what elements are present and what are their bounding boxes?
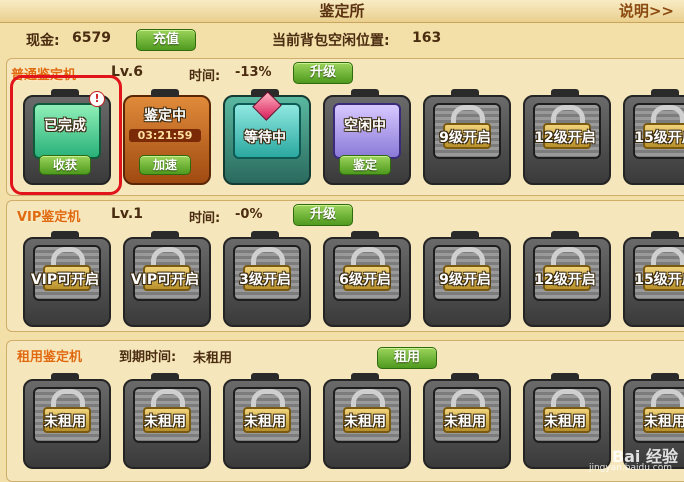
highlight-annotation (10, 75, 122, 195)
upgrade-button[interactable]: 升级 (293, 204, 353, 226)
section-level: Lv.1 (111, 206, 143, 222)
slot-locked: 15级开启 (619, 89, 684, 185)
time-label: 时间: (189, 69, 221, 84)
slot-unrented: 未租用 (19, 373, 111, 469)
slot-vip-locked: 6级开启 (319, 231, 411, 327)
slot-vip-locked: 9级开启 (419, 231, 511, 327)
slot-unrented: 未租用 (219, 373, 311, 469)
slot-state: 12级开启 (534, 272, 596, 288)
slot-vip-locked: 15级开启 (619, 231, 684, 327)
countdown-timer: 03:21:59 (129, 129, 201, 142)
slot-vip-locked: VIP可开启 (19, 231, 111, 327)
rent-button[interactable]: 租用 (377, 347, 437, 369)
slot-vip-locked: 3级开启 (219, 231, 311, 327)
watermark-url: jingyan.baidu.com (588, 463, 672, 473)
slot-unrented: 未租用 (519, 373, 611, 469)
title-bar: 鉴定所 说明>> (0, 0, 684, 23)
expire-label: 到期时间: (119, 350, 177, 365)
slot-state: 空闲中 (344, 118, 386, 134)
time-value: -0% (235, 207, 263, 222)
section-name: 租用鉴定机 (17, 350, 83, 365)
slot-state: VIP可开启 (30, 272, 100, 288)
slot-state: 15级开启 (634, 130, 684, 146)
time-label: 时间: (189, 211, 221, 226)
slot-state: 12级开启 (534, 130, 596, 146)
slot-appraising[interactable]: 鉴定中 03:21:59 加速 (119, 89, 211, 185)
slot-state: 未租用 (344, 414, 386, 430)
cash-value: 6579 (72, 30, 111, 46)
slot-unrented: 未租用 (119, 373, 211, 469)
slot-state: VIP可开启 (130, 272, 200, 288)
section-name: VIP鉴定机 (17, 210, 81, 225)
slot-idle[interactable]: 空闲中 鉴定 (319, 89, 411, 185)
slot-state: 9级开启 (439, 272, 491, 288)
slot-vip-locked: 12级开启 (519, 231, 611, 327)
upgrade-button[interactable]: 升级 (293, 62, 353, 84)
slot-state: 未租用 (144, 414, 186, 430)
recharge-button[interactable]: 充值 (136, 29, 196, 51)
slot-waiting[interactable]: 等待中 (219, 89, 311, 185)
time-value: -13% (235, 65, 272, 80)
slot-vip-locked: VIP可开启 (119, 231, 211, 327)
help-link[interactable]: 说明>> (619, 0, 674, 22)
slot-locked: 9级开启 (419, 89, 511, 185)
slot-state: 未租用 (544, 414, 586, 430)
expire-value: 未租用 (193, 351, 233, 366)
slot-state: 未租用 (44, 414, 86, 430)
vip-machine-section: VIP鉴定机 Lv.1 时间: -0% 升级 VIP可开启 VIP可开启 3级开… (6, 200, 684, 332)
bag-label: 当前背包空闲位置: (272, 33, 390, 49)
slot-state: 未租用 (444, 414, 486, 430)
slot-state: 6级开启 (339, 272, 391, 288)
bag-value: 163 (412, 30, 442, 46)
slot-state: 3级开启 (239, 272, 291, 288)
rent-machine-section: 租用鉴定机 到期时间: 未租用 租用 未租用 未租用 未租用 未租用 未租用 未… (6, 340, 684, 482)
speedup-button[interactable]: 加速 (139, 155, 191, 175)
slot-locked: 12级开启 (519, 89, 611, 185)
slot-unrented: 未租用 (419, 373, 511, 469)
info-bar: 现金: 6579 充值 当前背包空闲位置: 163 (0, 24, 684, 56)
cash-label: 现金: (26, 33, 60, 49)
slot-state: 等待中 (244, 130, 286, 146)
slot-state: 未租用 (644, 414, 684, 430)
slot-unrented: 未租用 (319, 373, 411, 469)
slot-state: 鉴定中 (144, 108, 186, 124)
slot-state: 15级开启 (634, 272, 684, 288)
slot-state: 未租用 (244, 414, 286, 430)
slot-state: 9级开启 (439, 130, 491, 146)
appraise-button[interactable]: 鉴定 (339, 155, 391, 175)
page-title: 鉴定所 (319, 2, 365, 20)
